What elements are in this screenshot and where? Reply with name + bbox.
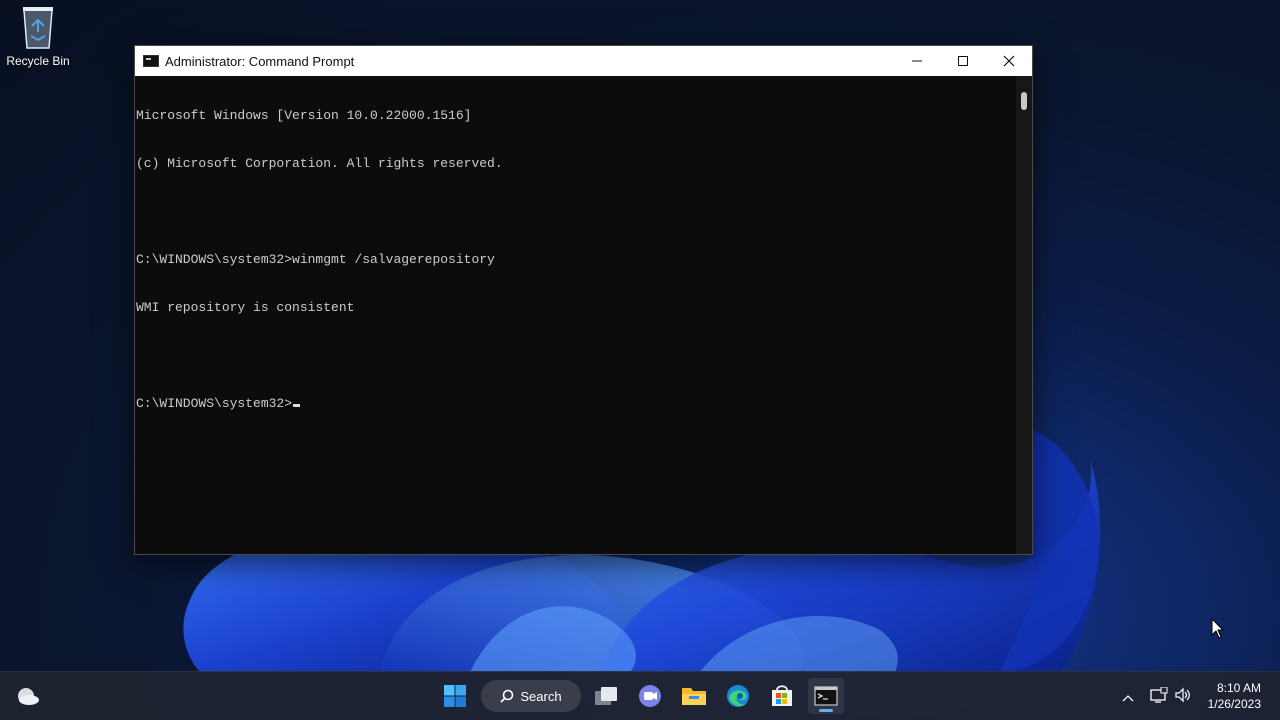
console-line: Microsoft Windows [Version 10.0.22000.15… xyxy=(136,108,472,123)
file-explorer-icon xyxy=(682,688,706,705)
start-button[interactable] xyxy=(437,678,473,714)
edge-icon xyxy=(727,685,749,707)
system-tray: 8:10 AM 1/26/2023 xyxy=(1100,672,1280,720)
console-line: WMI repository is consistent xyxy=(136,300,355,315)
console-line: C:\WINDOWS\system32>winmgmt /salvagerepo… xyxy=(136,252,495,267)
maximize-button[interactable] xyxy=(940,46,986,76)
clock-time: 8:10 AM xyxy=(1216,681,1261,695)
maximize-icon xyxy=(958,56,968,66)
minimize-icon xyxy=(912,60,922,62)
recycle-bin-shortcut[interactable]: Recycle Bin xyxy=(4,4,72,68)
search-button[interactable]: Search xyxy=(481,680,581,712)
file-explorer-button[interactable] xyxy=(676,678,712,714)
network-button[interactable] xyxy=(1150,686,1168,708)
search-label: Search xyxy=(520,688,562,704)
close-button[interactable] xyxy=(986,46,1032,76)
weather-cloud-icon xyxy=(18,688,39,705)
window-controls xyxy=(894,46,1032,76)
chevron-up-icon xyxy=(1122,695,1134,702)
console-output[interactable]: Microsoft Windows [Version 10.0.22000.15… xyxy=(135,76,1016,554)
console-prompt-line[interactable]: C:\WINDOWS\system32> xyxy=(136,396,1016,412)
widgets-button[interactable] xyxy=(10,678,46,714)
close-icon xyxy=(1003,55,1015,67)
vertical-scrollbar[interactable] xyxy=(1016,76,1032,554)
terminal-icon xyxy=(814,686,838,706)
command-prompt-taskbar-button[interactable] xyxy=(808,678,844,714)
store-icon xyxy=(772,685,792,706)
task-view-icon xyxy=(595,687,617,705)
active-app-indicator xyxy=(819,709,833,712)
taskbar: Search 8:10 AM 1/26/2023 xyxy=(0,671,1280,720)
console-line: (c) Microsoft Corporation. All rights re… xyxy=(136,156,503,171)
start-icon xyxy=(444,685,466,707)
clock-date: 1/26/2023 xyxy=(1207,697,1261,711)
network-icon xyxy=(1150,686,1168,703)
recycle-bin-label: Recycle Bin xyxy=(6,54,70,68)
task-view-button[interactable] xyxy=(588,678,624,714)
search-icon xyxy=(500,689,514,703)
text-cursor xyxy=(293,404,301,407)
clock[interactable]: 8:10 AM 1/26/2023 xyxy=(1208,680,1261,712)
mouse-pointer-icon xyxy=(1211,618,1225,639)
minimize-button[interactable] xyxy=(894,46,940,76)
edge-button[interactable] xyxy=(720,678,756,714)
scrollbar-thumb[interactable] xyxy=(1021,92,1027,110)
volume-button[interactable] xyxy=(1174,687,1192,708)
command-prompt-window[interactable]: Administrator: Command Prompt Microsoft … xyxy=(134,45,1033,555)
recycle-bin-icon xyxy=(18,4,58,50)
store-button[interactable] xyxy=(764,678,800,714)
show-hidden-icons-button[interactable] xyxy=(1122,689,1134,707)
console-prompt: C:\WINDOWS\system32> xyxy=(136,396,293,411)
teams-chat-button[interactable] xyxy=(632,678,668,714)
window-title: Administrator: Command Prompt xyxy=(165,53,355,69)
title-bar[interactable]: Administrator: Command Prompt xyxy=(135,46,1032,76)
teams-chat-icon xyxy=(639,685,661,707)
volume-icon xyxy=(1175,687,1190,703)
cmd-app-icon xyxy=(143,55,159,67)
